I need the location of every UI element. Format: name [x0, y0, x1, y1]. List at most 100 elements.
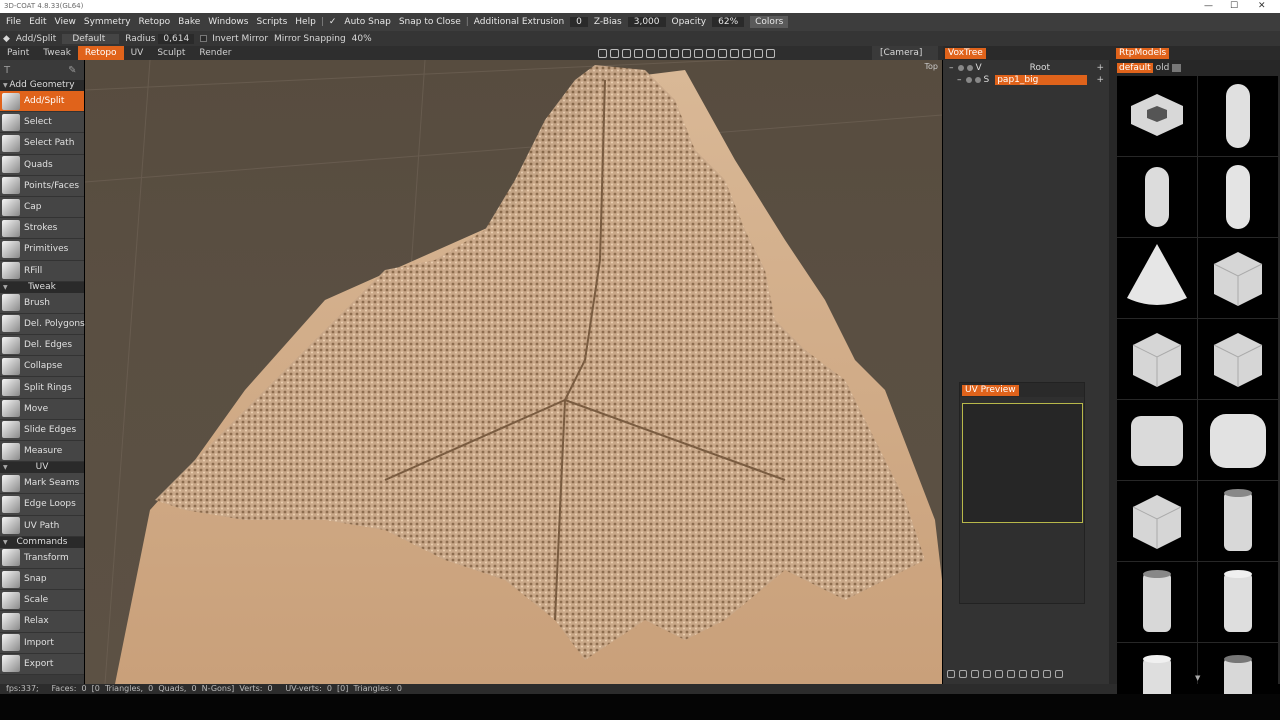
rotate-icon[interactable] — [658, 48, 667, 58]
tool-select[interactable]: Select — [0, 112, 84, 134]
menu-edit[interactable]: Edit — [25, 17, 50, 27]
tab-paint[interactable]: Paint — [0, 46, 36, 60]
tool-strokes[interactable]: Strokes — [0, 218, 84, 240]
visibility-icon[interactable] — [965, 77, 972, 83]
rtp-model-cone[interactable] — [1117, 238, 1197, 318]
copy-icon[interactable] — [971, 670, 979, 678]
menu-view[interactable]: View — [51, 17, 80, 27]
fullscreen-icon[interactable] — [766, 48, 775, 58]
tool-measure[interactable]: Measure — [0, 441, 84, 463]
menu-retopo[interactable]: Retopo — [135, 17, 175, 27]
tool-brush[interactable]: Brush — [0, 292, 84, 314]
preset-dropdown[interactable]: Default — [62, 33, 120, 44]
menu-help[interactable]: Help — [291, 17, 320, 27]
ghost-icon[interactable] — [974, 77, 981, 83]
menu-windows[interactable]: Windows — [204, 17, 252, 27]
frame-icon[interactable] — [718, 48, 727, 58]
close-button[interactable]: ✕ — [1258, 0, 1266, 13]
rtp-model-tube[interactable] — [1117, 562, 1197, 642]
split-icon[interactable] — [1019, 670, 1027, 678]
sphere-icon[interactable] — [995, 670, 1003, 678]
tool-slide-edges[interactable]: Slide Edges — [0, 419, 84, 441]
shading-icon[interactable] — [598, 48, 607, 58]
section-header-commands[interactable]: Commands — [0, 536, 84, 548]
folder-old[interactable]: old — [1153, 63, 1173, 73]
delete-icon[interactable] — [959, 670, 967, 678]
scroll-down-icon[interactable]: ▼ — [1195, 674, 1200, 682]
tab-uv[interactable]: UV — [124, 46, 151, 60]
tool-primitives[interactable]: Primitives — [0, 239, 84, 261]
text-tool-icon[interactable]: T — [4, 65, 10, 76]
tool-points-faces[interactable]: Points/Faces — [0, 175, 84, 197]
menu-scripts[interactable]: Scripts — [252, 17, 291, 27]
collapse-icon[interactable]: – — [957, 75, 962, 85]
link-icon[interactable] — [1043, 670, 1051, 678]
tool-rfill[interactable]: RFill — [0, 260, 84, 282]
tool-relax[interactable]: Relax — [0, 611, 84, 633]
additional-extrusion-field[interactable]: 0 — [570, 17, 588, 27]
mirror-snapping-field[interactable]: 40% — [349, 34, 375, 44]
collapse-icon[interactable]: – — [949, 63, 954, 73]
settings-icon[interactable] — [1055, 670, 1063, 678]
save-icon[interactable] — [983, 670, 991, 678]
light-icon[interactable] — [610, 48, 619, 58]
3d-viewport[interactable]: Top — [85, 60, 942, 684]
move-icon[interactable] — [634, 48, 643, 58]
zbias-field[interactable]: 3,000 — [627, 17, 666, 27]
tool-move[interactable]: Move — [0, 398, 84, 420]
tool-snap[interactable]: Snap — [0, 568, 84, 591]
tool-quads[interactable]: Quads — [0, 154, 84, 176]
colors-button[interactable]: Colors — [750, 16, 789, 28]
image-icon[interactable] — [622, 48, 631, 58]
menu-bake[interactable]: Bake — [174, 17, 204, 27]
uv-preview-tab[interactable]: UV Preview — [962, 384, 1019, 396]
tool-del-polygons[interactable]: Del. Polygons — [0, 313, 85, 336]
grid-icon[interactable] — [742, 48, 751, 58]
folder-icon[interactable] — [1172, 64, 1182, 72]
radius-field[interactable]: 0,614 — [158, 33, 195, 44]
invert-mirror-checkbox[interactable] — [200, 35, 208, 42]
tab-retopo[interactable]: Retopo — [77, 46, 124, 60]
camera-dropdown[interactable]: [Camera] — [872, 46, 939, 60]
rtp-model-capsule-tall[interactable] — [1198, 157, 1278, 237]
minimize-button[interactable]: — — [1204, 0, 1213, 13]
tool-collapse[interactable]: Collapse — [0, 356, 84, 378]
rtp-model-capsule-short[interactable] — [1117, 157, 1197, 237]
maximize-button[interactable]: ☐ — [1230, 0, 1238, 13]
zoom-icon[interactable] — [682, 48, 691, 58]
auto-snap-toggle[interactable]: Auto Snap — [340, 17, 394, 27]
tool-edge-loops[interactable]: Edge Loops — [0, 494, 84, 516]
section-header-uv[interactable]: UV — [0, 462, 84, 474]
rtp-model-rounded-cube-soft[interactable] — [1198, 400, 1278, 480]
tool-export[interactable]: Export — [0, 653, 84, 675]
rtpmodels-tab[interactable]: RtpModels — [1116, 47, 1170, 59]
voxtree-row-root[interactable]: – V Root + — [949, 62, 1104, 74]
section-header-add-geometry[interactable]: Add Geometry — [0, 80, 84, 91]
layers-icon[interactable] — [947, 670, 955, 678]
tool-uv-path[interactable]: UV Path — [0, 515, 84, 537]
voxtree-tab[interactable]: VoxTree — [945, 47, 986, 59]
rtp-model-tube[interactable] — [1198, 481, 1278, 561]
opacity-field[interactable]: 62% — [712, 17, 745, 27]
folder-default[interactable]: default — [1117, 63, 1153, 73]
rtp-model-cube[interactable] — [1198, 319, 1278, 399]
rtp-model-u-shape[interactable] — [1117, 76, 1197, 156]
pen-icon[interactable]: ✎ — [68, 65, 76, 76]
ghost-icon[interactable] — [966, 65, 973, 71]
tool-cap[interactable]: Cap — [0, 196, 84, 219]
tool-select-path[interactable]: Select Path — [0, 133, 84, 155]
tool-split-rings[interactable]: Split Rings — [0, 377, 84, 399]
rtp-model-rounded-cube[interactable] — [1117, 400, 1197, 480]
rtp-model-capsule[interactable] — [1198, 76, 1278, 156]
uv-preview-area[interactable] — [962, 403, 1083, 523]
snap-to-close-toggle[interactable]: Snap to Close — [395, 17, 465, 27]
tool-scale[interactable]: Scale — [0, 590, 84, 612]
rtp-model-cylinder[interactable] — [1198, 562, 1278, 642]
merge-icon[interactable] — [1007, 670, 1015, 678]
visibility-icon[interactable] — [957, 65, 964, 71]
tool-transform[interactable]: Transform — [0, 547, 84, 569]
undo-view-icon[interactable] — [646, 48, 655, 58]
section-header-tweak[interactable]: Tweak — [0, 281, 84, 293]
menu-file[interactable]: File — [2, 17, 25, 27]
tab-tweak[interactable]: Tweak — [36, 46, 78, 60]
